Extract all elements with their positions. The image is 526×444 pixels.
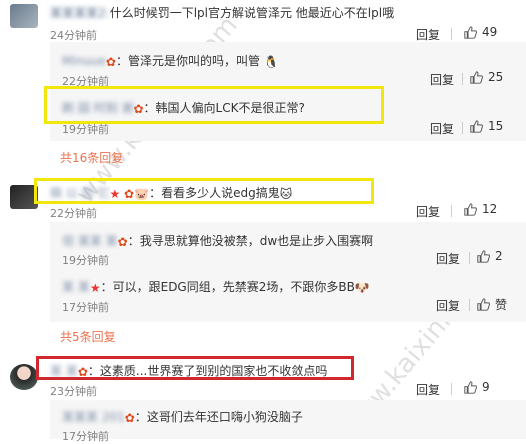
dog-emoji-icon: 🐶	[354, 280, 370, 295]
fire-icon: ✿	[77, 364, 88, 379]
like-button[interactable]: 2	[477, 249, 503, 263]
divider	[469, 252, 470, 264]
username[interactable]: 坦 某某 某	[62, 234, 118, 248]
reply-button[interactable]: 回复	[430, 71, 454, 88]
more-replies-link[interactable]: 共5条回复	[60, 328, 116, 345]
like-count: 15	[488, 119, 504, 133]
timestamp: 22分钟前	[50, 207, 97, 220]
comment-text: 坦 某某 某✿：我寻思就算他没被禁，dw也是止步入围赛啊	[62, 234, 374, 249]
divider	[451, 28, 452, 40]
star-icon: ★	[89, 280, 101, 295]
fire-icon: ✿	[133, 101, 144, 116]
like-count: 49	[482, 25, 498, 39]
reply-button[interactable]: 回复	[436, 250, 460, 267]
fire-icon: ✿	[124, 186, 135, 201]
cat-emoji-icon: 🐱	[279, 186, 293, 201]
timestamp: 17分钟前	[62, 301, 109, 314]
username[interactable]: 某 某	[50, 364, 78, 378]
timestamp: 17分钟前	[62, 430, 109, 443]
username[interactable]: 某 某	[62, 280, 90, 294]
timestamp: 23分钟前	[50, 385, 97, 398]
fire-icon: ✿	[124, 410, 135, 425]
timestamp: 19分钟前	[62, 254, 109, 267]
like-button[interactable]: 赞	[477, 296, 507, 313]
thumbs-up-icon	[477, 249, 490, 263]
penguin-emoji-icon: 🐧	[263, 54, 279, 69]
divider	[451, 205, 452, 217]
avatar[interactable]	[10, 4, 38, 28]
thumbs-up-icon	[470, 70, 483, 84]
comment-text: 某 某✿：这素质...世界赛了到别的国家也不收敛点吗	[50, 364, 328, 379]
reply-button[interactable]: 回复	[416, 26, 440, 43]
like-button[interactable]: 49	[464, 25, 497, 39]
pig-emoji-icon: 🐷	[134, 186, 150, 201]
like-button[interactable]: 9	[464, 380, 490, 394]
like-count: 9	[482, 380, 490, 394]
thumbs-up-icon	[477, 298, 490, 311]
like-count: 赞	[495, 298, 508, 312]
star-icon: ★	[109, 186, 121, 201]
timestamp: 19分钟前	[62, 123, 109, 136]
username[interactable]: 搞 以 回 忆	[50, 186, 109, 200]
divider	[469, 299, 470, 311]
username[interactable]: 某某某 201	[62, 410, 125, 424]
reply-button[interactable]: 回复	[436, 297, 460, 314]
like-button[interactable]: 15	[470, 119, 503, 133]
comment-text: 某某某某2:什么时候罚一下lpl官方解说管泽元 他最近心不在lpl哦	[50, 6, 395, 20]
avatar[interactable]	[10, 364, 38, 390]
reply-button[interactable]: 回复	[416, 381, 440, 398]
comment-text: 搞 以 回 忆★ ✿🐷：看看多少人说edg搞鬼🐱	[50, 186, 293, 201]
reply-button[interactable]: 回复	[416, 203, 440, 220]
username[interactable]: Minuue	[62, 54, 106, 68]
comment-text: 某 某★：可以，跟EDG同组，先禁赛2场，不跟你多BB🐶	[62, 280, 370, 295]
comment-text: 刷 园 时刻 谢✿：韩国人偏向LCK不是很正常?	[62, 101, 305, 116]
like-button[interactable]: 12	[464, 202, 497, 216]
timestamp: 24分钟前	[50, 29, 97, 42]
thumbs-up-icon	[464, 25, 477, 39]
username[interactable]: 刷 园 时刻 谢	[62, 101, 133, 115]
like-button[interactable]: 25	[470, 70, 503, 84]
thumbs-up-icon	[470, 119, 483, 133]
like-count: 2	[495, 249, 503, 263]
thumbs-up-icon	[464, 202, 477, 216]
fire-icon: ✿	[117, 234, 128, 249]
like-count: 25	[488, 70, 504, 84]
thumbs-up-icon	[464, 380, 477, 394]
comment-text: 某某某 201✿：这哥们去年还口嗨小狗没脑子	[62, 410, 303, 425]
username[interactable]: 某某某某2:	[50, 6, 110, 20]
divider	[462, 73, 463, 85]
reply-button[interactable]: 回复	[430, 120, 454, 137]
divider	[451, 383, 452, 395]
divider	[462, 122, 463, 134]
like-count: 12	[482, 202, 498, 216]
more-replies-link[interactable]: 共16条回复	[60, 149, 123, 166]
fire-icon: ✿	[105, 54, 116, 69]
comment-text: Minuue✿：管泽元是你叫的吗，叫管 🐧	[62, 54, 279, 69]
